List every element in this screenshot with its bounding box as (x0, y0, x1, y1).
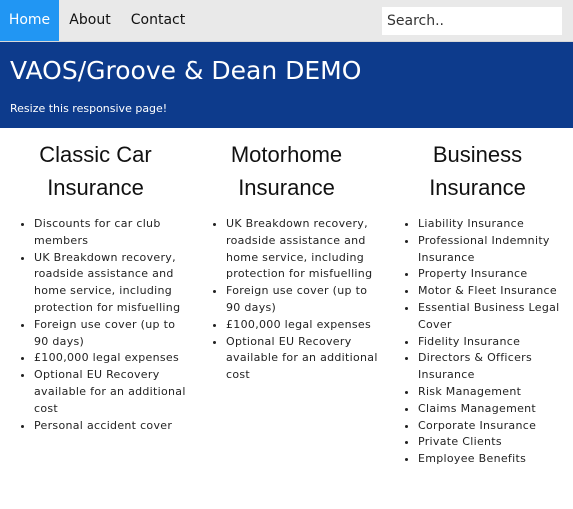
page-title: VAOS/Groove & Dean DEMO (10, 56, 362, 85)
page-header: VAOS/Groove & Dean DEMO Resize this resp… (0, 42, 573, 128)
list-item: Claims Management (418, 401, 569, 418)
column-title: Motorhome Insurance (230, 142, 343, 200)
page-subtitle: Resize this responsive page! (10, 102, 168, 115)
list-item: Foreign use cover (up to 90 days) (34, 317, 187, 351)
column-business: Business Insurance Liability InsurancePr… (382, 138, 573, 468)
list-item: Professional Indemnity Insurance (418, 233, 569, 267)
column-classic-car: Classic Car Insurance Discounts for car … (0, 138, 191, 434)
list-item: Optional EU Recovery available for an ad… (226, 334, 378, 384)
list-item: Property Insurance (418, 266, 569, 283)
list-item: Risk Management (418, 384, 569, 401)
column-motorhome: Motorhome Insurance UK Breakdown recover… (191, 138, 382, 384)
list-item: Discounts for car club members (34, 216, 187, 250)
list-item: Liability Insurance (418, 216, 569, 233)
list-item: £100,000 legal expenses (34, 350, 187, 367)
top-nav: Home About Contact (0, 0, 573, 42)
search-input[interactable] (382, 7, 562, 35)
nav-about-link[interactable]: About (59, 0, 121, 41)
feature-list: UK Breakdown recovery, roadside assistan… (191, 216, 382, 384)
list-item: Fidelity Insurance (418, 334, 569, 351)
nav-contact-link[interactable]: Contact (121, 0, 195, 41)
list-item: Corporate Insurance (418, 418, 569, 435)
column-title: Classic Car Insurance (39, 142, 152, 200)
list-item: Foreign use cover (up to 90 days) (226, 283, 378, 317)
list-item: £100,000 legal expenses (226, 317, 378, 334)
feature-list: Discounts for car club membersUK Breakdo… (0, 216, 191, 434)
list-item: Directors & Officers Insurance (418, 350, 569, 384)
list-item: Personal accident cover (34, 418, 187, 435)
list-item: Essential Business Legal Cover (418, 300, 569, 334)
feature-list: Liability InsuranceProfessional Indemnit… (382, 216, 573, 468)
list-item: UK Breakdown recovery, roadside assistan… (34, 250, 187, 317)
list-item: Optional EU Recovery available for an ad… (34, 367, 187, 417)
list-item: Employee Benefits (418, 451, 569, 468)
list-item: Motor & Fleet Insurance (418, 283, 569, 300)
list-item: Private Clients (418, 434, 569, 451)
list-item: UK Breakdown recovery, roadside assistan… (226, 216, 378, 283)
column-title: Business Insurance (429, 142, 526, 200)
nav-home-link[interactable]: Home (0, 0, 59, 41)
